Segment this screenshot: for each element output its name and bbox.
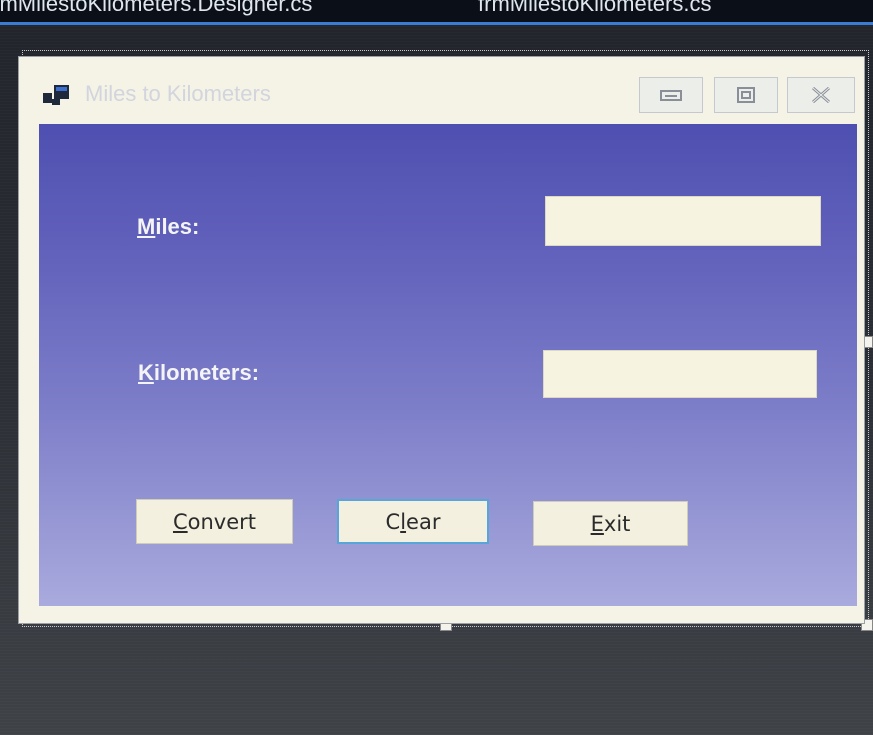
exit-button[interactable]: Exit xyxy=(533,501,688,546)
maximize-button[interactable] xyxy=(714,77,778,113)
miles-label: Miles: xyxy=(137,214,200,239)
form-title: Miles to Kilometers xyxy=(85,81,271,106)
form-client-area: Miles: Kilometers: Convert Cl ear Exit xyxy=(39,124,857,606)
ide-tab-strip: frmMilestoKilometers.Designer.cs frmMile… xyxy=(0,0,873,25)
clear-button[interactable]: Cl ear xyxy=(337,499,489,544)
convert-button[interactable]: Convert xyxy=(136,499,293,544)
tab-code-file[interactable]: frmMilestoKilometers.cs xyxy=(478,0,711,17)
minimize-icon xyxy=(660,90,682,101)
form-window[interactable]: Miles to Kilometers Miles: Kilometers: C… xyxy=(18,56,865,624)
form-titlebar[interactable]: Miles to Kilometers xyxy=(19,57,864,123)
kilometers-input[interactable] xyxy=(543,350,817,398)
app-icon xyxy=(43,85,69,105)
kilometers-label: Kilometers: xyxy=(138,360,260,385)
close-icon xyxy=(812,86,830,104)
close-button[interactable] xyxy=(787,77,855,113)
minimize-button[interactable] xyxy=(639,77,703,113)
maximize-icon xyxy=(737,87,755,103)
tab-designer-file[interactable]: frmMilestoKilometers.Designer.cs xyxy=(0,0,312,17)
miles-input[interactable] xyxy=(545,196,821,246)
